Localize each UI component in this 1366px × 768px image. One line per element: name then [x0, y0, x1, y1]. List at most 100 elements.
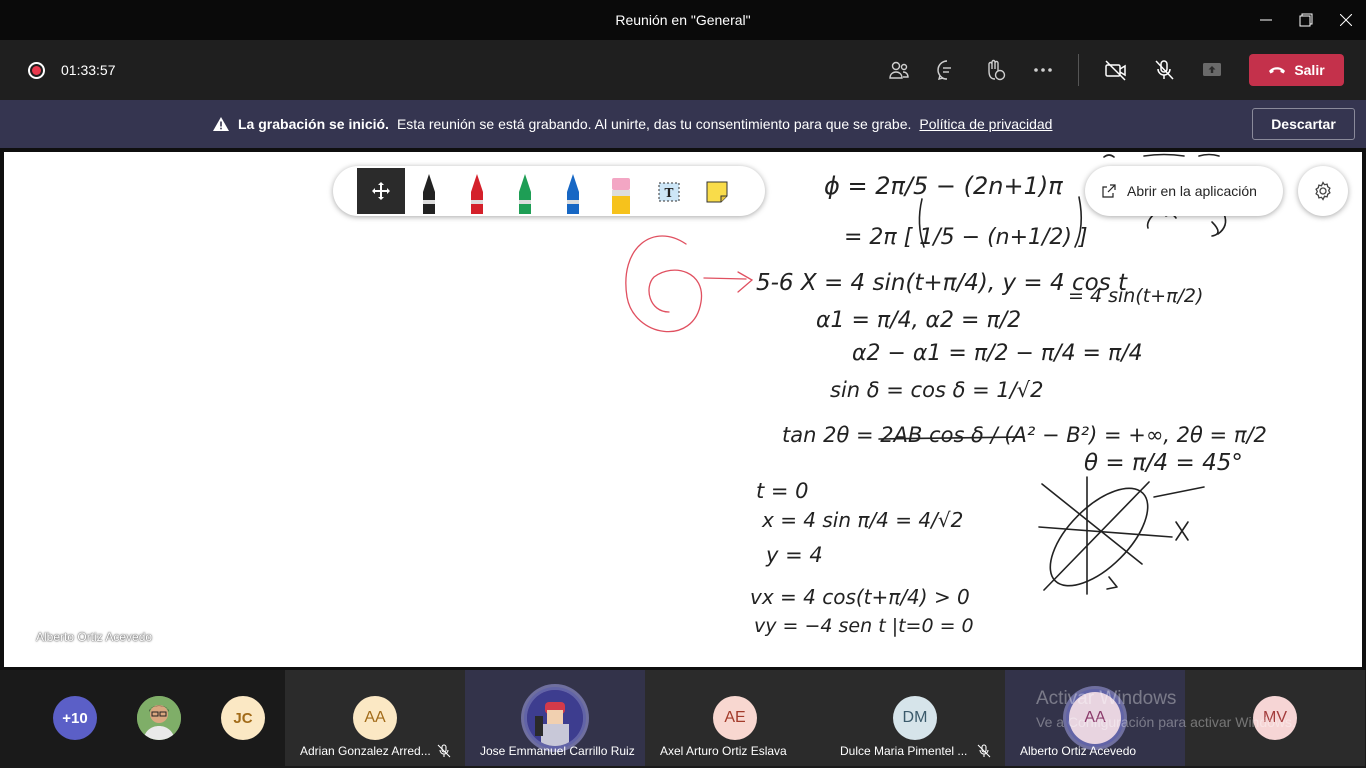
raise-hand-icon: [988, 59, 1006, 81]
meeting-timer: 01:33:57: [61, 62, 116, 78]
gear-icon: [1315, 181, 1331, 201]
handwritten-notes: ϕ = 2π/5 − (2n+1)π = 2π [ 1/5 − (n+1/2) …: [750, 172, 1267, 637]
note-line-6: α2 − α1 = π/2 − π/4 = π/4: [852, 341, 1143, 366]
chat-button[interactable]: [935, 58, 959, 82]
people-icon: [889, 61, 909, 79]
recording-indicator-icon: [28, 62, 45, 79]
participant-tile[interactable]: DM Dulce Maria Pimentel ...: [825, 670, 1005, 766]
participant-avatar: AA: [353, 696, 397, 740]
close-button[interactable]: [1326, 0, 1366, 40]
mic-off-icon: [1155, 60, 1174, 80]
reactions-button[interactable]: [983, 58, 1007, 82]
whiteboard-settings-button[interactable]: [1298, 166, 1348, 216]
blue-pen-icon: [567, 174, 579, 214]
participant-avatar-jc[interactable]: JC: [221, 696, 265, 740]
participant-avatar: DM: [893, 696, 937, 740]
participant-avatar: AA: [1069, 692, 1121, 744]
person-photo-icon: [137, 696, 181, 740]
svg-text:T: T: [665, 186, 674, 200]
eraser-icon: [612, 178, 630, 214]
participant-name: Jose Emmanuel Carrillo Ruiz: [480, 744, 635, 758]
red-ink-strokes: [625, 235, 754, 333]
black-pen-tool[interactable]: [413, 170, 445, 214]
note-line-8: tan 2θ = 2AB cos δ / (A² − B²) = +∞, 2θ …: [782, 423, 1267, 447]
window-title: Reunión en "General": [615, 12, 751, 28]
minimize-icon: [1260, 19, 1272, 21]
maximize-button[interactable]: [1286, 0, 1326, 40]
title-bar: Reunión en "General": [0, 0, 1366, 40]
camera-toggle-button[interactable]: [1104, 58, 1128, 82]
handwriting-layer: ϕ = 2π/5 − (2n+1)π = 2π [ 1/5 − (n+1/2) …: [625, 153, 1267, 637]
participant-tile[interactable]: AA Adrian Gonzalez Arred...: [285, 670, 465, 766]
open-in-app-label: Abrir en la aplicación: [1127, 183, 1257, 199]
participant-name: Axel Arturo Ortiz Eslava: [660, 744, 787, 758]
banner-title: La grabación se inició.: [238, 116, 389, 132]
move-arrows-icon: [372, 182, 390, 200]
warning-icon: [213, 117, 229, 131]
participant-name: Alberto Ortiz Acevedo: [1020, 744, 1137, 758]
privacy-policy-link[interactable]: Política de privacidad: [919, 116, 1052, 132]
inking-toolbar: T: [333, 166, 765, 216]
select-move-tool[interactable]: [357, 168, 405, 214]
muted-mic-icon: [977, 744, 991, 758]
mic-toggle-button[interactable]: [1152, 58, 1176, 82]
cartoon-avatar-icon: [527, 690, 583, 746]
participant-tile[interactable]: AE Axel Arturo Ortiz Eslava: [645, 670, 825, 766]
restore-icon: [1299, 13, 1313, 27]
open-external-icon: [1102, 184, 1116, 198]
blue-pen-tool[interactable]: [557, 170, 589, 214]
hang-up-icon: [1269, 67, 1286, 74]
participant-name: Adrian Gonzalez Arred...: [300, 744, 431, 758]
participant-tile[interactable]: Jose Emmanuel Carrillo Ruiz: [465, 670, 645, 766]
red-pen-tool[interactable]: [461, 170, 493, 214]
more-options-button[interactable]: [1031, 58, 1055, 82]
more-participants-button[interactable]: +10: [53, 696, 97, 740]
text-box-icon: T: [658, 182, 680, 202]
camera-off-icon: [1105, 60, 1126, 81]
dismiss-button[interactable]: Descartar: [1252, 108, 1355, 140]
toolbar-divider: [1078, 54, 1079, 86]
participant-tile[interactable]: MV: [1185, 670, 1365, 766]
note-line-4: = 4 sin(t+π/2): [1068, 285, 1203, 307]
leave-label: Salir: [1294, 62, 1325, 78]
note-line-12: y = 4: [765, 543, 823, 567]
share-screen-button[interactable]: [1200, 58, 1224, 82]
text-tool[interactable]: T: [653, 170, 685, 214]
sticky-note-tool[interactable]: [701, 170, 733, 214]
green-pen-icon: [519, 174, 531, 214]
whiteboard-canvas[interactable]: ϕ = 2π/5 − (2n+1)π = 2π [ 1/5 − (n+1/2) …: [4, 152, 1362, 667]
participant-tile[interactable]: AA Alberto Ortiz Acevedo: [1005, 670, 1185, 766]
muted-mic-icon: [437, 744, 451, 758]
participant-name: Dulce Maria Pimentel ...: [840, 744, 968, 758]
banner-text: Esta reunión se está grabando. Al unirte…: [396, 116, 912, 132]
leave-button[interactable]: Salir: [1249, 54, 1344, 86]
note-line-7: sin δ = cos δ = 1/√2: [830, 378, 1044, 402]
green-pen-tool[interactable]: [509, 170, 541, 214]
note-line-14: vy = −4 sen t |t=0 = 0: [754, 615, 974, 637]
presenter-name-label: Alberto Ortiz Acevedo: [36, 630, 153, 644]
note-line-13: vx = 4 cos(t+π/4) > 0: [750, 585, 970, 609]
participant-gallery: +10 JC AA Adrian Gonzalez Arred... Jose …: [0, 670, 1366, 768]
note-line-5: α1 = π/4, α2 = π/2: [816, 308, 1021, 333]
participant-photo-avatar[interactable]: [137, 696, 181, 740]
sticky-note-icon: [706, 181, 728, 203]
participants-button[interactable]: [887, 58, 911, 82]
eraser-tool[interactable]: [605, 170, 637, 214]
meeting-toolbar: 01:33:57 Salir: [0, 40, 1366, 100]
black-pen-icon: [423, 174, 435, 214]
close-icon: [1340, 14, 1352, 26]
note-line-2: = 2π [ 1/5 − (n+1/2) ]: [844, 225, 1088, 250]
recording-banner: La grabación se inició. Esta reunión se …: [0, 100, 1366, 148]
note-line-1: ϕ = 2π/5 − (2n+1)π: [824, 172, 1063, 200]
open-in-app-button[interactable]: Abrir en la aplicación: [1085, 166, 1283, 216]
note-line-11: x = 4 sin π/4 = 4/√2: [761, 508, 963, 532]
share-icon: [1203, 63, 1221, 76]
note-line-10: t = 0: [756, 479, 809, 503]
participant-avatar: MV: [1253, 696, 1297, 740]
note-line-9: θ = π/4 = 45°: [1084, 450, 1243, 476]
participant-avatar: AE: [713, 696, 757, 740]
more-icon: [1034, 68, 1052, 72]
chat-icon: [937, 60, 951, 80]
red-pen-icon: [471, 174, 483, 214]
minimize-button[interactable]: [1246, 0, 1286, 40]
